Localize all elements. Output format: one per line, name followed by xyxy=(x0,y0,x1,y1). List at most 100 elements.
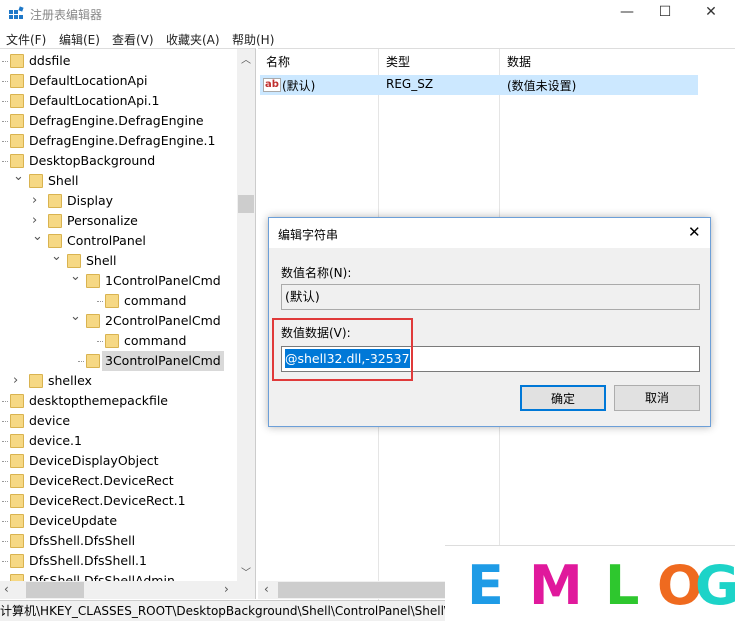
logo-letter: L xyxy=(605,554,640,617)
value-row[interactable]: ab (默认) REG_SZ (数值未设置) xyxy=(260,75,698,95)
tree-item[interactable]: ⌄ Shell xyxy=(0,249,236,271)
menu-help[interactable]: 帮助(H) xyxy=(232,31,274,48)
collapse-chevron-icon[interactable]: › xyxy=(13,371,18,391)
close-button[interactable]: ✕ xyxy=(696,4,726,24)
callout-highlight-box xyxy=(272,318,413,381)
tree-item-label: DefaultLocationApi.1 xyxy=(29,93,160,108)
emlog-watermark-logo: EMLOG xyxy=(445,545,735,621)
value-name: (默认) xyxy=(282,79,316,93)
folder-icon xyxy=(10,454,24,468)
folder-icon xyxy=(10,534,24,548)
tree-item-label: Display xyxy=(67,193,114,208)
expand-chevron-icon[interactable]: ⌄ xyxy=(13,167,24,187)
tree-item-label: DefaultLocationApi xyxy=(29,73,148,88)
tree-item[interactable]: DefaultLocationApi.1 xyxy=(0,91,236,111)
folder-icon xyxy=(10,554,24,568)
column-header-data[interactable]: 数据 xyxy=(507,53,531,70)
tree-item[interactable]: command xyxy=(0,291,236,311)
tree-item[interactable]: command xyxy=(0,331,236,351)
folder-icon xyxy=(10,434,24,448)
tree-connector xyxy=(2,161,8,162)
tree-item-label: command xyxy=(124,293,187,308)
tree-item-label: DeviceRect.DeviceRect.1 xyxy=(29,493,186,508)
values-horizontal-scrollbar[interactable]: ‹ xyxy=(258,581,448,599)
expand-chevron-icon[interactable]: ⌄ xyxy=(70,307,81,327)
menu-favorites[interactable]: 收藏夹(A) xyxy=(166,31,220,48)
tree-connector xyxy=(97,301,103,302)
tree-horizontal-scrollbar[interactable]: ‹ › xyxy=(0,581,255,599)
scroll-up-icon[interactable]: ︿ xyxy=(241,51,251,66)
tree-item[interactable]: › Display xyxy=(0,191,236,211)
logo-letter: G xyxy=(695,554,735,617)
expand-chevron-icon[interactable]: ⌄ xyxy=(70,267,81,287)
tree-item[interactable]: DeviceRect.DeviceRect xyxy=(0,471,236,491)
tree-item-label: Shell xyxy=(86,253,117,268)
tree-item[interactable]: DeviceUpdate xyxy=(0,511,236,531)
ok-button[interactable]: 确定 xyxy=(520,385,606,411)
column-header-type[interactable]: 类型 xyxy=(386,53,410,70)
tree-item[interactable]: DefaultLocationApi xyxy=(0,71,236,91)
scroll-right-icon[interactable]: › xyxy=(224,582,229,596)
cancel-button[interactable]: 取消 xyxy=(614,385,700,411)
expand-chevron-icon[interactable]: ⌄ xyxy=(51,247,62,267)
expand-chevron-icon[interactable]: ⌄ xyxy=(32,227,43,247)
tree-item[interactable]: ⌄ Shell xyxy=(0,169,236,191)
dialog-title-bar: 编辑字符串 ✕ xyxy=(269,218,710,248)
tree-item[interactable]: DfsShell.DfsShell.1 xyxy=(0,551,236,571)
tree-connector xyxy=(2,401,8,402)
folder-icon xyxy=(10,494,24,508)
folder-icon xyxy=(48,194,62,208)
folder-icon xyxy=(86,314,100,328)
tree-vertical-scrollbar[interactable]: ︿ ﹀ xyxy=(237,49,255,581)
tree-item[interactable]: DfsShell.DfsShellAdmin xyxy=(0,571,236,581)
maximize-button[interactable]: ☐ xyxy=(650,4,680,24)
scroll-down-icon[interactable]: ﹀ xyxy=(241,564,251,579)
scroll-left-icon[interactable]: ‹ xyxy=(4,582,9,596)
logo-letter: M xyxy=(529,554,583,617)
tree-item[interactable]: ⌄ 1ControlPanelCmd xyxy=(0,269,236,291)
menu-edit[interactable]: 编辑(E) xyxy=(59,31,100,48)
folder-icon xyxy=(29,174,43,188)
tree-item[interactable]: DfsShell.DfsShell xyxy=(0,531,236,551)
menu-view[interactable]: 查看(V) xyxy=(112,31,154,48)
scroll-thumb[interactable] xyxy=(26,582,84,598)
folder-icon xyxy=(10,414,24,428)
tree-item[interactable]: ⌄ ControlPanel xyxy=(0,229,236,251)
tree-item[interactable]: ⌄ 2ControlPanelCmd xyxy=(0,309,236,331)
tree-item[interactable]: device.1 xyxy=(0,431,236,451)
tree-connector xyxy=(2,141,8,142)
scroll-thumb[interactable] xyxy=(238,195,254,213)
tree-connector xyxy=(2,81,8,82)
tree-connector xyxy=(2,421,8,422)
menu-file[interactable]: 文件(F) xyxy=(6,31,46,48)
tree-item[interactable]: device xyxy=(0,411,236,431)
dialog-close-icon[interactable]: ✕ xyxy=(688,223,701,241)
collapse-chevron-icon[interactable]: › xyxy=(32,191,37,211)
tree-item[interactable]: DefragEngine.DefragEngine xyxy=(0,111,236,131)
tree-item[interactable]: DefragEngine.DefragEngine.1 xyxy=(0,131,236,151)
folder-icon xyxy=(67,254,81,268)
tree-item[interactable]: DeviceRect.DeviceRect.1 xyxy=(0,491,236,511)
logo-letter: E xyxy=(467,554,504,617)
scroll-left-icon[interactable]: ‹ xyxy=(264,582,269,596)
tree-item-label: DfsShell.DfsShellAdmin xyxy=(29,573,175,581)
tree-item-label: DfsShell.DfsShell.1 xyxy=(29,553,147,568)
value-type: REG_SZ xyxy=(386,77,434,91)
folder-icon xyxy=(10,474,24,488)
scroll-thumb[interactable] xyxy=(278,582,448,598)
tree-item[interactable]: ddsfile xyxy=(0,51,236,71)
tree-item-label: DeviceRect.DeviceRect xyxy=(29,473,174,488)
tree-item[interactable]: › shellex xyxy=(0,371,236,391)
tree-connector xyxy=(2,521,8,522)
tree-item[interactable]: DesktopBackground xyxy=(0,151,236,171)
tree-item[interactable]: desktopthemepackfile xyxy=(0,391,236,411)
tree-item-label: Personalize xyxy=(67,213,138,228)
minimize-button[interactable]: — xyxy=(612,4,642,24)
tree-item[interactable]: DeviceDisplayObject xyxy=(0,451,236,471)
tree-connector xyxy=(2,461,8,462)
column-header-name[interactable]: 名称 xyxy=(266,53,290,70)
tree-connector xyxy=(2,61,8,62)
folder-icon xyxy=(10,114,24,128)
tree-connector xyxy=(2,121,8,122)
tree-item[interactable]: 3ControlPanelCmd xyxy=(0,351,236,371)
